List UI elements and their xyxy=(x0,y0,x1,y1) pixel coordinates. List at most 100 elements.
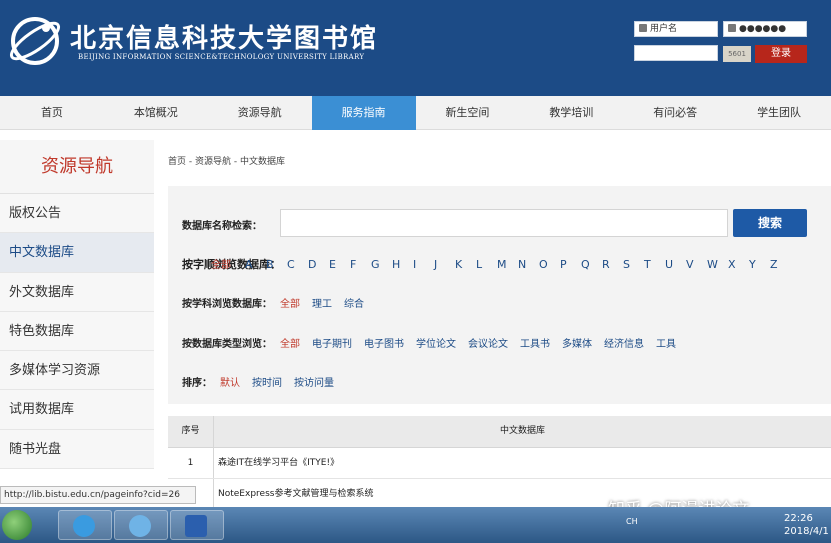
login-button[interactable]: 登录 xyxy=(755,45,807,63)
sidebar-item-trial-db[interactable]: 试用数据库 xyxy=(0,390,154,430)
type-thesis[interactable]: 学位论文 xyxy=(416,339,456,350)
status-url: http://lib.bistu.edu.cn/pageinfo?cid=26 xyxy=(0,486,196,504)
letter-z[interactable]: Z xyxy=(770,258,791,271)
nav-training[interactable]: 教学培训 xyxy=(519,96,623,130)
clock-time: 22:26 xyxy=(784,513,813,524)
letter-h[interactable]: H xyxy=(392,258,413,271)
sidebar-item-foreign-db[interactable]: 外文数据库 xyxy=(0,272,154,312)
clock-date: 2018/4/1 xyxy=(784,526,829,537)
sidebar-item-cd[interactable]: 随书光盘 xyxy=(0,429,154,470)
sort-by-visits[interactable]: 按访问量 xyxy=(294,378,334,389)
nav-services[interactable]: 服务指南 xyxy=(311,96,416,130)
letter-k[interactable]: K xyxy=(455,258,476,271)
letter-b[interactable]: B xyxy=(266,258,287,271)
captcha-input[interactable] xyxy=(634,45,718,61)
username-placeholder: 用户名 xyxy=(650,24,678,34)
nav-freshman[interactable]: 新生空间 xyxy=(416,96,520,130)
word-icon xyxy=(185,515,207,537)
letter-f[interactable]: F xyxy=(350,258,371,271)
letter-g[interactable]: G xyxy=(371,258,392,271)
table-header: 序号 中文数据库 xyxy=(168,416,831,448)
letter-t[interactable]: T xyxy=(644,258,665,271)
search-button[interactable]: 搜索 xyxy=(733,209,807,237)
password-field[interactable]: ●●●●●● xyxy=(723,21,807,37)
start-button[interactable] xyxy=(2,510,32,540)
taskbar: CH 22:26 2018/4/1 xyxy=(0,507,831,543)
type-conference[interactable]: 会议论文 xyxy=(468,339,508,350)
sort-row: 排序： 默认 按时间 按访问量 xyxy=(182,374,346,389)
letter-x[interactable]: X xyxy=(728,258,749,271)
sidebar-item-special-db[interactable]: 特色数据库 xyxy=(0,311,154,352)
letter-u[interactable]: U xyxy=(665,258,686,271)
alpha-browse-row: 按字顺浏览数据库：全部 A B C D E F G H I J K L M N O P Q R S T U V W X Y Z xyxy=(182,256,791,272)
sort-default[interactable]: 默认 xyxy=(220,378,240,389)
letter-o[interactable]: O xyxy=(539,258,560,271)
sidebar-title: 资源导航 xyxy=(0,140,154,194)
nav-about[interactable]: 本馆概况 xyxy=(104,96,208,130)
sidebar: 资源导航 版权公告 中文数据库 外文数据库 特色数据库 多媒体学习资源 试用数据… xyxy=(0,140,154,507)
header-name: 中文数据库 xyxy=(499,426,545,436)
name-search-label: 数据库名称检索： xyxy=(182,221,262,232)
nav-faq[interactable]: 有问必答 xyxy=(623,96,727,130)
letter-p[interactable]: P xyxy=(560,258,581,271)
subject-all[interactable]: 全部 xyxy=(280,299,300,310)
library-name-cn: 北京信息科技大学图书馆 xyxy=(70,24,379,54)
sidebar-item-chinese-db[interactable]: 中文数据库 xyxy=(0,233,154,273)
letter-s[interactable]: S xyxy=(623,258,644,271)
username-field[interactable]: 用户名 xyxy=(634,21,718,37)
tray-language[interactable]: CH xyxy=(626,517,638,526)
letter-q[interactable]: Q xyxy=(581,258,602,271)
user-icon xyxy=(639,24,647,32)
letter-j[interactable]: J xyxy=(434,258,455,271)
sidebar-item-multimedia[interactable]: 多媒体学习资源 xyxy=(0,351,154,391)
library-name-en: BEIJING INFORMATION SCIENCE&TECHNOLOGY U… xyxy=(78,53,365,61)
breadcrumb[interactable]: 首页 - 资源导航 - 中文数据库 xyxy=(168,154,285,167)
alpha-all[interactable]: 全部 xyxy=(211,256,245,271)
letter-r[interactable]: R xyxy=(602,258,623,271)
subject-general[interactable]: 综合 xyxy=(344,299,364,310)
type-reference[interactable]: 工具书 xyxy=(520,339,550,350)
nav-resources[interactable]: 资源导航 xyxy=(208,96,312,130)
nav-student-team[interactable]: 学生团队 xyxy=(727,96,831,130)
taskbar-ie[interactable] xyxy=(58,510,112,540)
subject-engineering[interactable]: 理工 xyxy=(312,299,332,310)
sort-label: 排序： xyxy=(182,378,212,389)
sidebar-item-copyright[interactable]: 版权公告 xyxy=(0,194,154,234)
letter-a[interactable]: A xyxy=(245,258,266,271)
login-form: 用户名 ●●●●●● 5601 登录 xyxy=(634,21,809,66)
type-ebook[interactable]: 电子图书 xyxy=(364,339,404,350)
search-panel: 数据库名称检索： 搜索 按字顺浏览数据库：全部 A B C D E F G H I J K L M N O P Q… xyxy=(168,186,831,404)
search-input[interactable] xyxy=(280,209,728,237)
subject-browse-row: 按学科浏览数据库： 全部 理工 综合 xyxy=(182,295,376,310)
letter-e[interactable]: E xyxy=(329,258,350,271)
table-row[interactable]: 1 森途IT在线学习平台《ITYE!》 xyxy=(168,448,831,479)
row-name[interactable]: 森途IT在线学习平台《ITYE!》 xyxy=(214,448,831,478)
type-tools[interactable]: 工具 xyxy=(656,339,676,350)
clock[interactable]: 22:26 2018/4/1 xyxy=(784,512,829,538)
main-nav: 首页 本馆概况 资源导航 服务指南 新生空间 教学培训 有问必答 学生团队 xyxy=(0,96,831,130)
library-logo-icon[interactable] xyxy=(6,12,64,70)
lock-icon xyxy=(728,24,736,32)
sort-by-time[interactable]: 按时间 xyxy=(252,378,282,389)
captcha-image[interactable]: 5601 xyxy=(723,46,751,62)
row-no: 1 xyxy=(168,448,214,478)
letter-v[interactable]: V xyxy=(686,258,707,271)
letter-n[interactable]: N xyxy=(518,258,539,271)
type-journal[interactable]: 电子期刊 xyxy=(312,339,352,350)
letter-w[interactable]: W xyxy=(707,258,728,271)
letter-l[interactable]: L xyxy=(476,258,497,271)
header-no: 序号 xyxy=(168,416,214,447)
type-economic[interactable]: 经济信息 xyxy=(604,339,644,350)
letter-y[interactable]: Y xyxy=(749,258,770,271)
taskbar-app[interactable] xyxy=(114,510,168,540)
letter-d[interactable]: D xyxy=(308,258,329,271)
type-all[interactable]: 全部 xyxy=(280,339,300,350)
type-multimedia[interactable]: 多媒体 xyxy=(562,339,592,350)
letter-i[interactable]: I xyxy=(413,258,434,271)
nav-home[interactable]: 首页 xyxy=(0,96,104,130)
letter-m[interactable]: M xyxy=(497,258,518,271)
app-icon xyxy=(129,515,151,537)
taskbar-word[interactable] xyxy=(170,510,224,540)
type-browse-row: 按数据库类型浏览： 全部 电子期刊 电子图书 学位论文 会议论文 工具书 多媒体 经济信息 工具 xyxy=(182,335,688,350)
letter-c[interactable]: C xyxy=(287,258,308,271)
